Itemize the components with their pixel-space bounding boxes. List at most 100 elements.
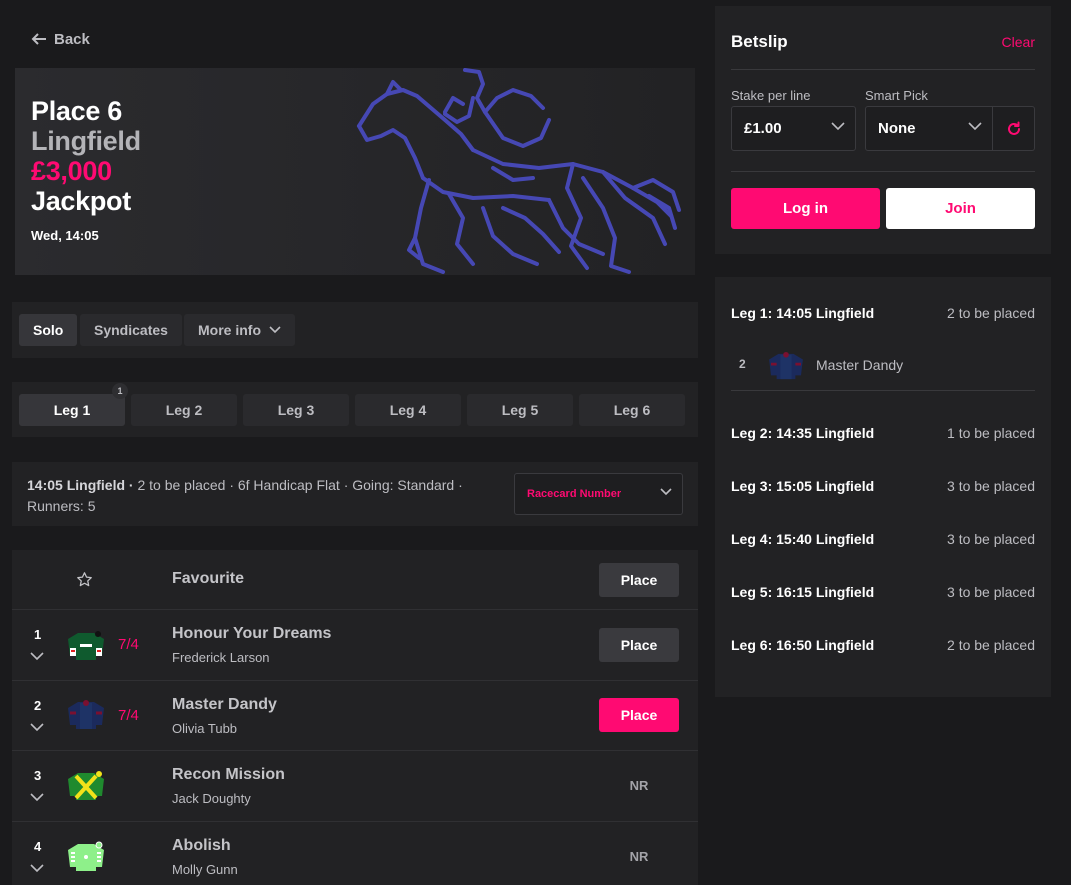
slip-leg-title: Leg 4: 15:40 Lingfield [731,531,875,547]
jockey-silk-icon [68,631,104,660]
tab-label: More info [198,322,261,338]
race-title: 14:05 Lingfield · [27,477,134,493]
runner-row: 4 Abolish Molly Gunn NR [12,822,698,885]
jockey-silk-icon [68,841,104,871]
runner-number: 1 [34,627,42,642]
login-button[interactable]: Log in [731,188,880,229]
slip-leg-title: Leg 5: 16:15 Lingfield [731,584,875,600]
runner-number: 2 [34,698,42,713]
runner-row: 3 Recon Mission Jack Doughty NR [12,751,698,822]
slip-leg-row[interactable]: Leg 2: 14:35 Lingfield 1 to be placed [731,425,1035,441]
runner-name: Recon Mission [172,766,285,783]
divider [731,171,1035,172]
jockey-silk-icon [769,351,803,380]
join-button[interactable]: Join [886,188,1035,229]
race-details: 14:05 Lingfield · 2 to be placed · 6f Ha… [27,475,507,517]
leg-tab-4[interactable]: Leg 4 [355,394,461,426]
back-link[interactable]: Back [30,30,90,48]
leg-label: Leg 1 [53,402,91,418]
sort-dropdown[interactable]: Racecard Number [514,473,683,515]
slip-leg-row[interactable]: Leg 4: 15:40 Lingfield 3 to be placed [731,531,1035,547]
runner-number: 4 [34,839,42,854]
leg-label: Leg 2 [165,402,203,418]
divider [731,390,1035,391]
selection-number: 2 [739,357,746,371]
hero-date: Wed, 14:05 [31,228,99,243]
chevron-down-icon[interactable] [30,652,44,661]
leg-tab-2[interactable]: Leg 2 [131,394,237,426]
hero-course: Lingfield [31,126,141,156]
jockey-silk-icon [68,771,104,800]
smart-pick-select[interactable]: None [865,106,993,151]
favourite-place-button[interactable]: Place [599,563,679,597]
place-button[interactable]: Place [599,698,679,732]
runner-jockey: Frederick Larson [172,650,270,665]
leg-label: Leg 6 [613,402,651,418]
slip-leg-title: Leg 2: 14:35 Lingfield [731,425,875,441]
slip-leg-row[interactable]: Leg 3: 15:05 Lingfield 3 to be placed [731,478,1035,494]
tab-more-info[interactable]: More info [184,314,295,346]
back-label: Back [54,30,90,48]
race-conditions: 2 to be placed · 6f Handicap Flat · Goin… [137,477,463,493]
betslip-title: Betslip [731,32,788,51]
tab-bar: Solo Syndicates More info [12,302,698,358]
runner-name: Master Dandy [172,696,277,713]
smart-pick-refresh-button[interactable] [993,106,1035,151]
sort-dropdown-value: Racecard Number [527,488,622,500]
non-runner-label: NR [629,778,649,793]
leg-selector: Leg 1 1 Leg 2 Leg 3 Leg 4 Leg 5 Leg 6 [12,382,698,437]
runner-name: Abolish [172,837,231,854]
divider [731,69,1035,70]
runner-odds: 7/4 [118,636,139,653]
betslip-panel: Betslip Clear Stake per line £1.00 Smart… [715,6,1051,254]
button-label: Join [945,200,976,217]
slip-leg-row[interactable]: Leg 6: 16:50 Lingfield 2 to be placed [731,637,1035,653]
slip-leg-places: 1 to be placed [947,425,1035,441]
leg-label: Leg 3 [277,402,315,418]
slip-leg-row[interactable]: Leg 5: 16:15 Lingfield 3 to be placed [731,584,1035,600]
stake-select[interactable]: £1.00 [731,106,856,151]
hero-text: Place 6 Lingfield £3,000 Jackpot Wed, 14… [31,96,141,243]
hero-subtitle: Jackpot [31,186,131,216]
leg-tab-3[interactable]: Leg 3 [243,394,349,426]
tab-solo[interactable]: Solo [19,314,78,346]
button-label: Log in [783,200,828,217]
refresh-icon [1007,121,1020,135]
button-label: Place [620,707,658,723]
runner-row: 1 7/4 Honour Your Dreams Frederick Larso… [12,610,698,681]
slip-selection: 2 Master Dandy [731,349,1035,391]
runners-list: Favourite Place 1 7/4 Honour Your Dreams… [12,550,698,885]
horse-logo [357,68,681,274]
runner-jockey: Olivia Tubb [172,721,238,736]
leg-tab-6[interactable]: Leg 6 [579,394,685,426]
slip-leg-title: Leg 3: 15:05 Lingfield [731,478,875,494]
slip-leg-row[interactable]: Leg 1: 14:05 Lingfield 2 to be placed [731,305,1035,321]
chevron-down-icon [968,122,982,131]
selection-name: Master Dandy [816,357,904,373]
slip-leg-places: 3 to be placed [947,584,1035,600]
hero-title: Place 6 [31,96,122,126]
favourite-row: Favourite Place [12,550,698,610]
runner-number: 3 [34,768,42,783]
place-button[interactable]: Place [599,628,679,662]
arrow-left-icon [31,33,46,45]
tab-syndicates[interactable]: Syndicates [80,314,182,346]
clear-button[interactable]: Clear [1002,34,1035,50]
leg-tab-1[interactable]: Leg 1 1 [19,383,128,426]
chevron-down-icon[interactable] [30,793,44,802]
race-info-bar: 14:05 Lingfield · 2 to be placed · 6f Ha… [12,462,698,526]
betslip-legs-list: Leg 1: 14:05 Lingfield 2 to be placed 2 … [715,277,1051,697]
star-icon [77,572,92,587]
runner-name: Honour Your Dreams [172,625,332,642]
runner-odds: 7/4 [118,707,139,724]
jockey-silk-icon [68,700,104,729]
runner-jockey: Molly Gunn [172,862,238,877]
chevron-down-icon[interactable] [30,864,44,873]
stake-label: Stake per line [731,88,811,103]
chevron-down-icon [269,326,281,334]
leg-tab-5[interactable]: Leg 5 [467,394,573,426]
chevron-down-icon[interactable] [30,723,44,732]
race-runners-count: Runners: 5 [27,498,96,514]
slip-leg-places: 3 to be placed [947,531,1035,547]
smart-pick-label: Smart Pick [865,88,928,103]
